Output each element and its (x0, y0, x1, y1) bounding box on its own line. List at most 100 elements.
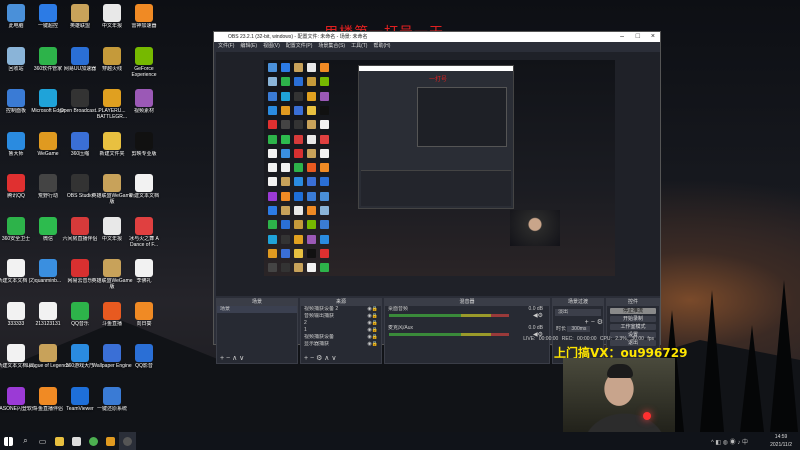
desktop-icon-label: QQ影音 (135, 363, 153, 369)
tray-clock[interactable]: 14:59 2021/11/2 (770, 432, 792, 450)
desktop-icon[interactable]: 雷神加速器 (122, 4, 166, 35)
desktop-icon[interactable]: 李佛礼 (122, 259, 166, 290)
desktop-icon[interactable]: 视频素材 (122, 89, 166, 120)
scene-controls[interactable]: + − ∧ ∨ (217, 355, 244, 362)
desktop-icon[interactable]: GeForce Experience (122, 46, 166, 78)
menu-item[interactable]: 配置文件(P) (286, 42, 313, 51)
source-controls[interactable]: + − ⚙ ∧ ∨ (301, 355, 336, 362)
obs-menubar: 文件(F) 编辑(E) 视图(V) 配置文件(P) 场景集合(S) 工具(T) 帮助(H) (214, 42, 660, 51)
eye-icon[interactable]: ◉🔒 (367, 320, 378, 327)
stop-streaming-button[interactable]: 停止推流 (610, 308, 656, 314)
mixer-dock: 混音器 桌面音频 0.0 dB ◀⚙ 麦克风/Aux 0.0 dB ◀⚙ (384, 298, 550, 364)
app-g-icon[interactable] (102, 432, 119, 450)
app-icon (135, 89, 153, 107)
app-icon (103, 386, 121, 405)
app-icon (39, 301, 57, 320)
preview-icon (307, 105, 316, 115)
source-item[interactable]: 音频输出捕获 ◉🔒 (301, 313, 381, 320)
app-icon (7, 344, 25, 362)
desktop-icon[interactable]: QQ影音 (122, 344, 166, 375)
preview-icon (307, 148, 316, 158)
source-item[interactable]: 2 ◉🔒 (301, 320, 381, 327)
app-icon (39, 259, 57, 277)
preview-icon (294, 234, 303, 244)
transition-select[interactable]: 淡出 (555, 309, 601, 316)
menu-item[interactable]: 视图(V) (263, 42, 280, 51)
menu-item[interactable]: 场景集合(S) (318, 42, 345, 51)
studio-mode-button[interactable]: 工作室模式 (610, 324, 656, 330)
chrome-icon[interactable] (85, 432, 102, 450)
eye-icon[interactable]: ◉🔒 (367, 306, 378, 313)
app-icon (103, 131, 121, 150)
app-icon (39, 344, 57, 362)
preview-canvas: 一打号 (264, 60, 615, 276)
preview-icon (268, 91, 277, 101)
obs-window[interactable]: OBS 23.2.1 (32-bit, windows) - 配置文件: 未命名… (213, 31, 661, 364)
preview-icon (320, 77, 329, 87)
preview-icon (307, 177, 316, 187)
transitions-header: 场景过渡 (553, 299, 603, 306)
source-item[interactable]: 1 ◉🔒 (301, 327, 381, 334)
clock-date: 2021/11/2 (770, 442, 792, 448)
transition-controls[interactable]: + − ⚙ (553, 319, 603, 326)
obs-titlebar[interactable]: OBS 23.2.1 (32-bit, windows) - 配置文件: 未命名… (214, 32, 660, 42)
app-icon (71, 344, 89, 362)
maximize-icon[interactable]: □ (636, 32, 640, 42)
preview-icon (268, 63, 277, 72)
minimize-icon[interactable]: – (620, 32, 624, 42)
search-icon[interactable]: ⌕ (17, 432, 34, 450)
preview-icon (320, 248, 329, 258)
obs-taskbar-icon[interactable] (119, 432, 136, 450)
store-icon[interactable] (68, 432, 85, 450)
menu-item[interactable]: 编辑(E) (240, 42, 257, 51)
menu-item[interactable]: 文件(F) (218, 42, 234, 51)
preview-icon (281, 120, 290, 130)
preview-icon (320, 191, 329, 201)
preview-webcam (510, 210, 560, 246)
app-icon (7, 89, 25, 107)
desktop-icon[interactable]: 新建文本文档 (122, 174, 166, 205)
desktop-icon[interactable]: 冰与火之舞 A Dance of F... (122, 216, 166, 248)
app-icon (7, 4, 25, 22)
obs-preview[interactable]: 一打号 (216, 52, 660, 296)
obs-title-text: OBS 23.2.1 (32-bit, windows) - 配置文件: 未命名… (228, 34, 368, 40)
desktop-icon[interactable]: 向日葵 (122, 301, 166, 333)
source-item[interactable]: 视频捕获设备 2 ◉🔒 (301, 306, 381, 313)
mixer-header: 混音器 (385, 299, 549, 306)
app-icon (135, 4, 153, 22)
preview-icon (294, 134, 303, 144)
preview-icon (268, 163, 277, 173)
menu-item[interactable]: 工具(T) (351, 42, 367, 51)
menu-item[interactable]: 帮助(H) (373, 42, 390, 51)
desktop-icon-label: GeForce Experience (131, 65, 157, 78)
close-icon[interactable]: × (651, 32, 655, 42)
task-view-icon[interactable]: ▭ (34, 432, 51, 450)
duration-input[interactable]: 300ms (567, 326, 591, 332)
live-timer: LIVE: 00:00:00 (523, 336, 559, 342)
desktop-icon[interactable]: 一键还原系统 (90, 386, 134, 418)
app-icon (39, 174, 57, 192)
file-explorer-icon[interactable] (51, 432, 68, 450)
eye-icon[interactable]: ◉🔒 (367, 327, 378, 334)
desktop-icon[interactable]: 剪映专业版 (122, 131, 166, 163)
sources-dock: 来源 视频捕获设备 2 ◉🔒 音频输出捕获 ◉🔒 2 ◉🔒 1 ◉🔒 视频捕获设备 ◉🔒 显示器捕获… (300, 298, 382, 364)
duration-label: 时长 (556, 326, 567, 332)
app-icon (39, 4, 57, 22)
nested-title-text: 一打号 (429, 77, 448, 83)
start-recording-button[interactable]: 开始录制 (610, 316, 656, 322)
start-button[interactable] (0, 432, 17, 450)
source-label: 音频输出捕获 (304, 313, 335, 319)
app-icon (71, 4, 89, 22)
preview-icon (268, 120, 277, 130)
system-tray-icons[interactable]: ^ ◧ ◍ ◉ ♪ 中 (711, 432, 748, 450)
preview-icon (268, 220, 277, 230)
preview-icon (281, 163, 290, 173)
preview-icon (294, 248, 303, 258)
preview-icon (268, 206, 277, 215)
app-icon (71, 46, 89, 65)
scene-item[interactable]: 场景 (217, 306, 297, 313)
preview-icon (320, 220, 329, 230)
eye-icon[interactable]: ◉🔒 (367, 313, 378, 320)
preview-icon (307, 163, 316, 173)
speaker-icon[interactable]: ◀⚙ (533, 312, 543, 319)
